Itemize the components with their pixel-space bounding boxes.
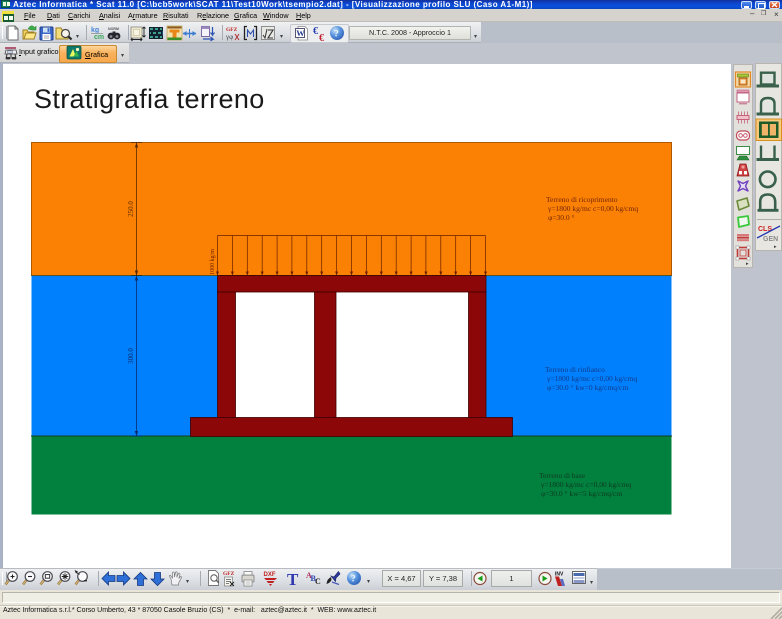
svg-text:W: W: [296, 28, 305, 38]
svg-text:?: ?: [351, 575, 356, 585]
svg-text:250.0: 250.0: [127, 201, 135, 217]
svg-text:€: €: [313, 26, 318, 37]
svg-text:γ=1800 kg/mc c=0,00 kg/cmq: γ=1800 kg/mc c=0,00 kg/cmq: [546, 374, 637, 383]
svg-text:Terreno di ricoprimento: Terreno di ricoprimento: [546, 195, 618, 204]
svg-text:1000 kg/m: 1000 kg/m: [210, 249, 216, 275]
svg-text:NORM: NORM: [108, 27, 119, 31]
svg-text:T: T: [287, 570, 299, 589]
svg-text:φ=30.0 ° kw=0 kg/cmq/cm: φ=30.0 ° kw=0 kg/cmq/cm: [547, 383, 628, 392]
svg-text:γ=1800 kg/mc c=0,00 kg/cmq: γ=1800 kg/mc c=0,00 kg/cmq: [540, 480, 631, 489]
svg-text:▾: ▾: [590, 580, 593, 586]
svg-text:γφ: γφ: [225, 33, 233, 41]
svg-text:φ=30.0 ° kw=5 kg/cmq/cm: φ=30.0 ° kw=5 kg/cmq/cm: [541, 489, 622, 498]
svg-text:DXF: DXF: [264, 572, 276, 578]
svg-text:?: ?: [334, 30, 339, 40]
svg-text:Terreno di base: Terreno di base: [539, 471, 586, 480]
svg-text:kg: kg: [91, 27, 99, 34]
svg-text:CLS: CLS: [758, 226, 772, 233]
svg-text:▸: ▸: [774, 244, 777, 250]
svg-text:γ=1800 kg/mc c=0,00 kg/cmq: γ=1800 kg/mc c=0,00 kg/cmq: [547, 204, 638, 213]
svg-text:▸: ▸: [746, 261, 749, 267]
svg-text:GFZ: GFZ: [223, 571, 235, 577]
svg-text:€: €: [319, 33, 324, 43]
svg-text:φ=30.0 °: φ=30.0 °: [548, 213, 575, 222]
svg-text:GEN: GEN: [763, 236, 778, 243]
svg-text:Terreno di rinfianco: Terreno di rinfianco: [545, 365, 605, 374]
svg-text:▾: ▾: [367, 579, 370, 585]
svg-text:▾: ▾: [186, 579, 189, 585]
svg-text:cm: cm: [94, 34, 104, 41]
svg-text:C: C: [315, 577, 321, 586]
svg-text:300.0: 300.0: [127, 348, 135, 364]
